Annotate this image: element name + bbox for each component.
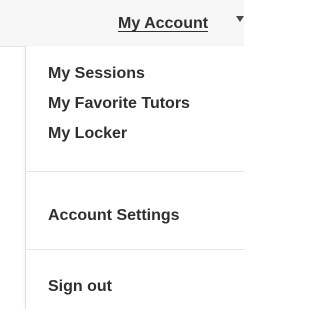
caret-down-icon[interactable] — [236, 16, 244, 22]
menu-item-my-sessions[interactable]: My Sessions — [48, 64, 145, 84]
menu-item-my-favorite-tutors[interactable]: My Favorite Tutors — [48, 94, 190, 114]
account-dropdown-menu: My Sessions My Favorite Tutors My Locker… — [25, 46, 245, 309]
menu-divider — [26, 171, 245, 172]
menu-item-sign-out[interactable]: Sign out — [48, 277, 112, 297]
menu-divider — [26, 249, 245, 250]
menu-item-my-locker[interactable]: My Locker — [48, 124, 127, 144]
my-account-link[interactable]: My Account — [118, 14, 208, 34]
account-menu-header[interactable]: My Account — [0, 0, 244, 47]
menu-item-account-settings[interactable]: Account Settings — [48, 206, 180, 226]
